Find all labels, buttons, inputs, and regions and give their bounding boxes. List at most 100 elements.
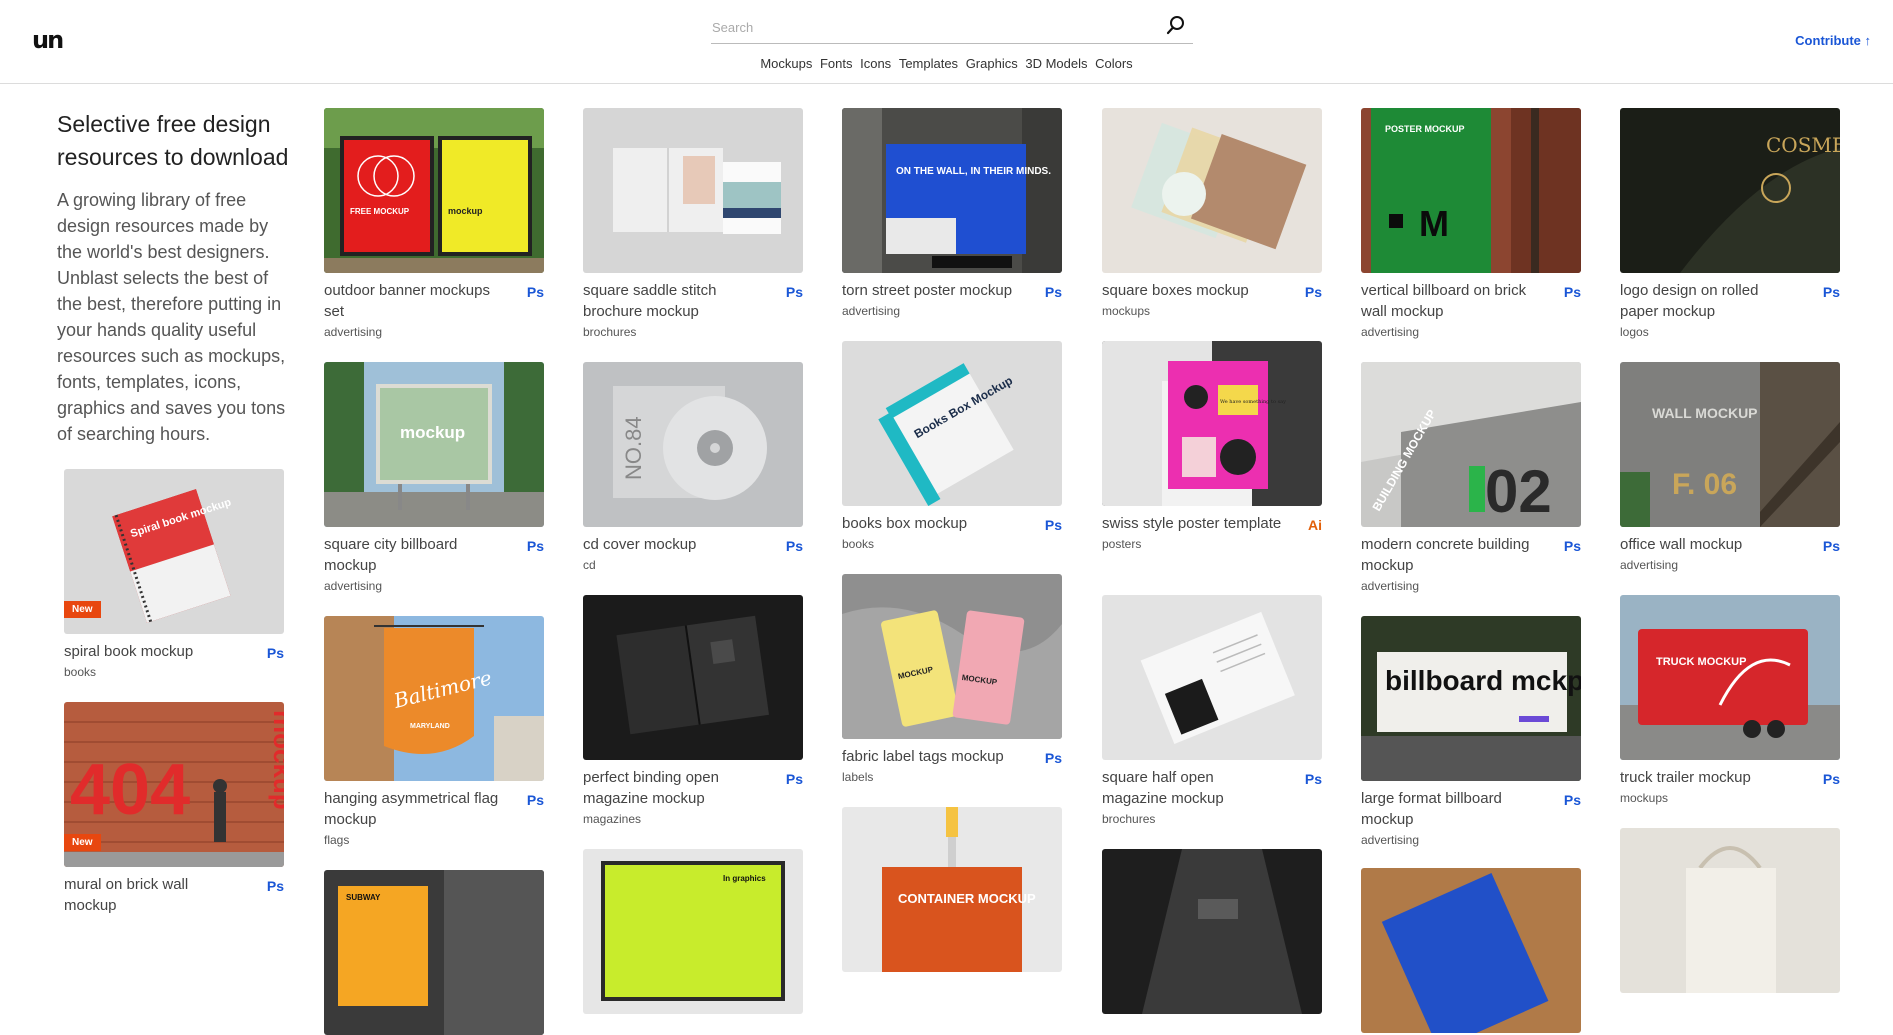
card-torn-poster[interactable]: ON THE WALL, IN THEIR MINDS. torn street… — [842, 108, 1062, 318]
card-square-boxes[interactable]: square boxes mockup mockups Ps — [1102, 108, 1322, 318]
card-title[interactable]: square saddle stitch brochure mockup — [583, 280, 763, 322]
card-container[interactable]: CONTAINER MOCKUP — [842, 807, 1062, 972]
card-title[interactable]: swiss style poster template — [1102, 513, 1282, 534]
nav-templates[interactable]: Templates — [899, 56, 958, 71]
card-category[interactable]: books — [64, 665, 284, 679]
card-hanging-flag[interactable]: Baltimore MARYLAND hanging asymmetrical … — [324, 616, 544, 847]
thumbnail[interactable] — [1102, 849, 1322, 1014]
card-title[interactable]: vertical billboard on brick wall mockup — [1361, 280, 1541, 322]
card-subway[interactable]: SUBWAY — [324, 870, 544, 1035]
nav-fonts[interactable]: Fonts — [820, 56, 853, 71]
thumbnail[interactable]: POSTER MOCKUP M — [1361, 108, 1581, 273]
card-title[interactable]: hanging asymmetrical flag mockup — [324, 788, 504, 830]
thumbnail[interactable]: Spiral book mockup New — [64, 469, 284, 634]
nav-3d-models[interactable]: 3D Models — [1025, 56, 1087, 71]
card-truck-trailer[interactable]: TRUCK MOCKUP truck trailer mockup mockup… — [1620, 595, 1840, 805]
card-vertical-billboard[interactable]: POSTER MOCKUP M vertical billboard on br… — [1361, 108, 1581, 339]
card-title[interactable]: modern concrete building mockup — [1361, 534, 1541, 576]
thumbnail[interactable] — [1102, 595, 1322, 760]
card-title[interactable]: office wall mockup — [1620, 534, 1800, 555]
card-title[interactable]: logo design on rolled paper mockup — [1620, 280, 1800, 322]
nav-mockups[interactable]: Mockups — [760, 56, 812, 71]
thumbnail[interactable]: NO.84 — [583, 362, 803, 527]
card-mural[interactable]: 404 mockup New mural on brick wall mocku… — [64, 702, 284, 916]
thumbnail[interactable]: ON THE WALL, IN THEIR MINDS. — [842, 108, 1062, 273]
card-category[interactable]: advertising — [842, 304, 1062, 318]
thumbnail[interactable]: FREE MOCKUP mockup — [324, 108, 544, 273]
thumbnail[interactable]: In graphics — [583, 849, 803, 1014]
thumbnail[interactable]: Baltimore MARYLAND — [324, 616, 544, 781]
card-title[interactable]: truck trailer mockup — [1620, 767, 1800, 788]
card-title[interactable]: torn street poster mockup — [842, 280, 1022, 301]
card-office-wall[interactable]: WALL MOCKUP F. 06 office wall mockup adv… — [1620, 362, 1840, 572]
card-category[interactable]: cd — [583, 558, 803, 572]
nav-icons[interactable]: Icons — [860, 56, 891, 71]
card-title[interactable]: books box mockup — [842, 513, 1022, 534]
card-tote-bag[interactable] — [1620, 828, 1840, 993]
card-half-magazine[interactable]: square half open magazine mockup brochur… — [1102, 595, 1322, 826]
card-category[interactable]: books — [842, 537, 1062, 551]
card-category[interactable]: mockups — [1620, 791, 1840, 805]
card-title[interactable]: perfect binding open magazine mockup — [583, 767, 763, 809]
card-outdoor-banner[interactable]: FREE MOCKUP mockup outdoor banner mockup… — [324, 108, 544, 339]
card-blue-item[interactable] — [1361, 868, 1581, 1033]
card-category[interactable]: labels — [842, 770, 1062, 784]
card-lime-magazine[interactable]: In graphics — [583, 849, 803, 1014]
thumbnail[interactable] — [583, 595, 803, 760]
nav-colors[interactable]: Colors — [1095, 56, 1133, 71]
thumbnail[interactable]: Books Box Mockup — [842, 341, 1062, 506]
thumbnail[interactable]: SUBWAY — [324, 870, 544, 1035]
card-category[interactable]: logos — [1620, 325, 1840, 339]
card-logo-paper[interactable]: COSME logo design on rolled paper mockup… — [1620, 108, 1840, 339]
card-cd-cover[interactable]: NO.84 cd cover mockup cd Ps — [583, 362, 803, 572]
thumbnail[interactable] — [1102, 108, 1322, 273]
card-saddle-brochure[interactable]: square saddle stitch brochure mockup bro… — [583, 108, 803, 339]
thumbnail[interactable]: We have something to say — [1102, 341, 1322, 506]
thumbnail[interactable]: billboard mckp — [1361, 616, 1581, 781]
thumbnail[interactable] — [1620, 828, 1840, 993]
card-title[interactable]: cd cover mockup — [583, 534, 763, 555]
card-category[interactable]: advertising — [1361, 833, 1581, 847]
card-large-billboard[interactable]: billboard mckp large format billboard mo… — [1361, 616, 1581, 847]
card-category[interactable]: advertising — [324, 325, 544, 339]
card-title[interactable]: fabric label tags mockup — [842, 746, 1022, 767]
card-swiss-poster[interactable]: We have something to say swiss style pos… — [1102, 341, 1322, 551]
card-city-billboard[interactable]: mockup square city billboard mockup adve… — [324, 362, 544, 593]
thumbnail[interactable]: BUILDING MOCKUP 02 — [1361, 362, 1581, 527]
card-category[interactable]: flags — [324, 833, 544, 847]
card-fabric-tags[interactable]: MOCKUP MOCKUP fabric label tags mockup l… — [842, 574, 1062, 784]
card-title[interactable]: square boxes mockup — [1102, 280, 1282, 301]
thumbnail[interactable] — [1361, 868, 1581, 1033]
thumbnail[interactable]: MOCKUP MOCKUP — [842, 574, 1062, 739]
card-category[interactable]: advertising — [324, 579, 544, 593]
search-input[interactable] — [712, 14, 1152, 40]
thumbnail[interactable]: WALL MOCKUP F. 06 — [1620, 362, 1840, 527]
card-books-box[interactable]: Books Box Mockup books box mockup books … — [842, 341, 1062, 551]
card-title[interactable]: mural on brick wall mockup — [64, 874, 244, 916]
nav-graphics[interactable]: Graphics — [966, 56, 1018, 71]
card-binding-magazine[interactable]: perfect binding open magazine mockup mag… — [583, 595, 803, 826]
thumbnail[interactable] — [583, 108, 803, 273]
thumbnail[interactable]: CONTAINER MOCKUP — [842, 807, 1062, 972]
thumbnail[interactable]: COSME — [1620, 108, 1840, 273]
card-category[interactable]: mockups — [1102, 304, 1322, 318]
card-category[interactable]: advertising — [1620, 558, 1840, 572]
card-spiral-book[interactable]: Spiral book mockup New spiral book mocku… — [64, 469, 284, 679]
search-icon[interactable] — [1163, 12, 1189, 38]
card-title[interactable]: large format billboard mockup — [1361, 788, 1541, 830]
card-title[interactable]: square half open magazine mockup — [1102, 767, 1282, 809]
thumbnail[interactable]: TRUCK MOCKUP — [1620, 595, 1840, 760]
card-category[interactable]: brochures — [1102, 812, 1322, 826]
card-dark-item[interactable] — [1102, 849, 1322, 1014]
card-title[interactable]: square city billboard mockup — [324, 534, 504, 576]
site-logo[interactable]: un — [32, 26, 64, 54]
thumbnail[interactable]: 404 mockup New — [64, 702, 284, 867]
card-title[interactable]: spiral book mockup — [64, 641, 244, 662]
card-category[interactable]: brochures — [583, 325, 803, 339]
card-category[interactable]: posters — [1102, 537, 1322, 551]
card-concrete-building[interactable]: BUILDING MOCKUP 02 modern concrete build… — [1361, 362, 1581, 593]
contribute-link[interactable]: Contribute ↑ — [1795, 33, 1871, 48]
card-title[interactable]: outdoor banner mockups set — [324, 280, 504, 322]
card-category[interactable]: advertising — [1361, 579, 1581, 593]
card-category[interactable]: advertising — [1361, 325, 1581, 339]
